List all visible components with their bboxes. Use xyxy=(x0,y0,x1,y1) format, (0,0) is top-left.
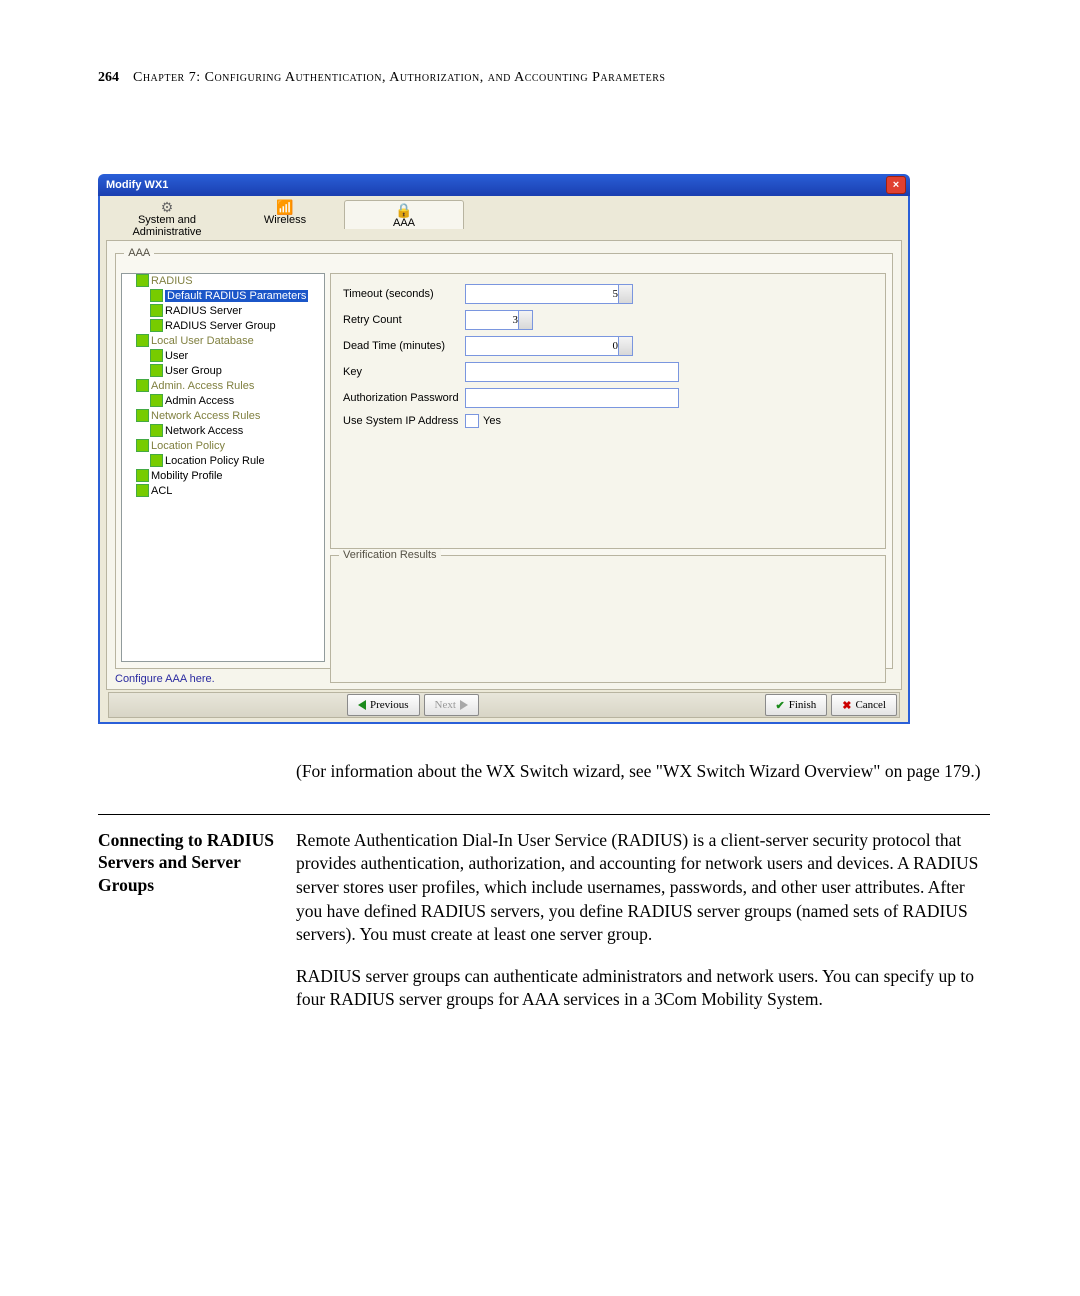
tree-network-rules[interactable]: Network Access Rules Network Access xyxy=(136,409,324,439)
timeout-label: Timeout (seconds) xyxy=(343,288,465,300)
tree-admin-access[interactable]: Admin Access xyxy=(150,394,324,409)
section-p2: RADIUS server groups can authenticate ad… xyxy=(296,965,990,1012)
key-input[interactable] xyxy=(465,362,679,382)
close-icon[interactable]: × xyxy=(886,176,906,194)
finish-button[interactable]: ✔Finish xyxy=(765,694,828,716)
tree-admin-rules[interactable]: Admin. Access Rules Admin Access xyxy=(136,379,324,409)
section-p1: Remote Authentication Dial-In User Servi… xyxy=(296,829,990,947)
key-label: Key xyxy=(343,366,465,378)
cancel-button[interactable]: ✖Cancel xyxy=(831,694,897,716)
tab-aaa[interactable]: 🔒 AAA xyxy=(344,200,464,229)
arrow-left-icon xyxy=(358,700,366,710)
radius-params-form: Timeout (seconds) 5 Retry Count 3 Dead T… xyxy=(330,273,886,549)
button-bar: Previous Next ✔Finish ✖Cancel xyxy=(108,692,900,718)
tree-radius-server[interactable]: RADIUS Server xyxy=(150,304,324,319)
titlebar: Modify WX1 × xyxy=(98,174,910,196)
chapter-title: Chapter 7: Configuring Authentication, A… xyxy=(133,70,665,85)
authpw-input[interactable] xyxy=(465,388,679,408)
tree-location-policy[interactable]: Location Policy Location Policy Rule xyxy=(136,439,324,469)
tree-mobility-profile[interactable]: Mobility Profile xyxy=(136,469,324,484)
arrow-right-icon xyxy=(460,700,468,710)
tree-radius-server-group[interactable]: RADIUS Server Group xyxy=(150,319,324,334)
tree-user[interactable]: User xyxy=(150,349,324,364)
useip-checkbox[interactable] xyxy=(465,414,479,428)
verification-results: Verification Results xyxy=(330,555,886,683)
tab-system[interactable]: ⚙ System and Administrative xyxy=(108,200,226,238)
section-divider xyxy=(98,814,990,815)
aaa-legend: AAA xyxy=(124,247,154,259)
section-heading: Connecting to RADIUS Servers and Server … xyxy=(98,829,296,897)
gear-icon: ⚙ xyxy=(108,200,226,214)
antenna-icon: 📶 xyxy=(226,200,344,214)
caption-paragraph: (For information about the WX Switch wiz… xyxy=(296,760,990,784)
tree-network-access[interactable]: Network Access xyxy=(150,424,324,439)
retry-input[interactable]: 3 xyxy=(465,310,533,330)
aaa-fieldset: AAA RADIUS Default RADIUS Parameters RAD… xyxy=(115,247,893,669)
aaa-tree[interactable]: RADIUS Default RADIUS Parameters RADIUS … xyxy=(121,273,325,662)
tree-local-user-db[interactable]: Local User Database User User Group xyxy=(136,334,324,379)
authpw-label: Authorization Password xyxy=(343,392,465,404)
next-button[interactable]: Next xyxy=(424,694,479,716)
window-title: Modify WX1 xyxy=(106,179,168,191)
dead-label: Dead Time (minutes) xyxy=(343,340,465,352)
section-body: Remote Authentication Dial-In User Servi… xyxy=(296,829,990,1030)
tree-acl[interactable]: ACL xyxy=(136,484,324,499)
page-number: 264 xyxy=(98,70,119,85)
timeout-input[interactable]: 5 xyxy=(465,284,633,304)
previous-button[interactable]: Previous xyxy=(347,694,420,716)
useip-yes: Yes xyxy=(483,415,501,427)
check-icon: ✔ xyxy=(776,699,785,712)
tab-wireless[interactable]: 📶 Wireless xyxy=(226,200,344,226)
top-tabs: ⚙ System and Administrative 📶 Wireless 🔒… xyxy=(100,196,908,240)
modify-wx1-dialog: Modify WX1 × ⚙ System and Administrative… xyxy=(98,174,910,726)
tree-radius[interactable]: RADIUS Default RADIUS Parameters RADIUS … xyxy=(136,274,324,334)
tree-user-group[interactable]: User Group xyxy=(150,364,324,379)
tree-default-radius-params[interactable]: Default RADIUS Parameters xyxy=(150,289,324,304)
page-header: 264 Chapter 7: Configuring Authenticatio… xyxy=(98,70,990,86)
dead-input[interactable]: 0 xyxy=(465,336,633,356)
useip-label: Use System IP Address xyxy=(343,415,465,427)
lock-icon: 🔒 xyxy=(345,203,463,217)
tree-location-policy-rule[interactable]: Location Policy Rule xyxy=(150,454,324,469)
retry-label: Retry Count xyxy=(343,314,465,326)
x-icon: ✖ xyxy=(842,699,851,712)
status-text: Configure AAA here. xyxy=(115,673,893,685)
